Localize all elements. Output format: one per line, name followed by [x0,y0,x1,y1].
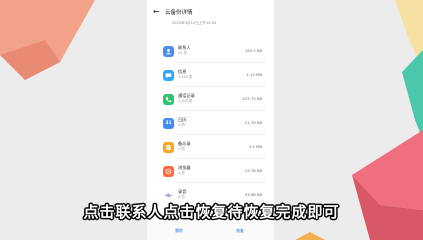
item-size: 421.75 KB [242,96,262,101]
list-item-contacts[interactable]: 联系人 41 项 150.2 KB [147,40,274,62]
divider [178,157,266,158]
list-item-messages[interactable]: 信息 3,918 项 1.12 MB [147,64,274,86]
messages-icon [163,69,174,81]
item-count: 4 项 [178,123,185,127]
backup-time: 2022年3月12日上午10:33 [172,21,217,25]
divider [178,85,266,86]
notes-icon [163,141,174,153]
item-size: 1.12 MB [246,72,262,77]
item-size: 13.76 KB [244,168,262,173]
item-count: 2 项 [178,147,185,151]
page-title: 云备份详情 [165,10,193,16]
phone-icon [163,93,174,105]
divider [178,133,266,134]
item-count: 4 项 [178,171,185,175]
list-item-call-log[interactable]: 通话记录 2,000 项 421.75 KB [147,88,274,110]
item-size: 150.2 KB [244,48,262,53]
item-count: 41 项 [178,51,187,55]
video-caption: 点击联系人点击恢复待恢复完成即可 [83,203,340,221]
divider [178,61,266,62]
item-size: 3.1 MB [248,144,262,149]
divider [178,181,266,182]
arrow-left-icon[interactable]: ← [153,8,165,16]
recorder-icon [163,189,174,201]
calendar-icon: 31 [163,117,174,129]
item-count: 6 项 [178,195,185,199]
browser-icon [163,165,174,177]
item-count: 3,918 项 [178,75,193,79]
bottom-action-bar: 删除 恢复 [147,222,274,240]
item-size: 21.79 KB [244,120,262,125]
list-item-notes[interactable]: 备忘录 2 项 3.1 MB [147,136,274,158]
header: ← 云备份详情 [147,6,274,18]
item-count: 2,000 项 [178,99,193,103]
list-item-calendar[interactable]: 31 日历 4 项 21.79 KB [147,112,274,134]
list-item-browser[interactable]: 浏览器 4 项 13.76 KB [147,160,274,182]
delete-button[interactable]: 删除 [159,227,199,235]
divider [178,109,266,110]
item-size: 33.96 KB [244,192,262,197]
restore-button[interactable]: 恢复 [220,227,260,235]
contacts-icon [163,45,174,57]
